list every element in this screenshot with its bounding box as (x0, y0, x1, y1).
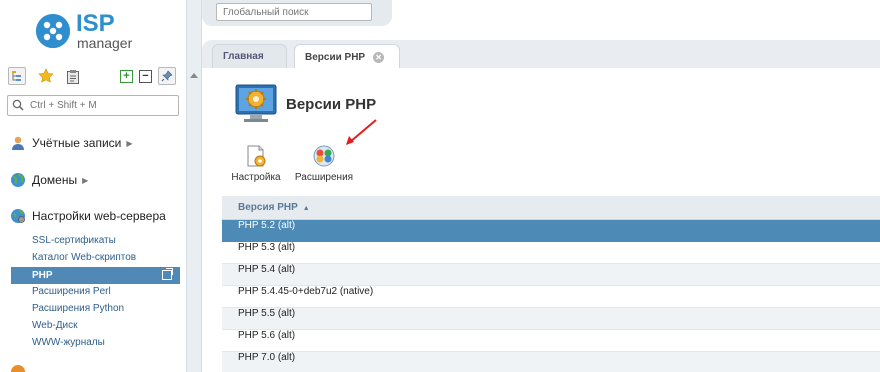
globe-icon (11, 173, 25, 187)
tab-main[interactable]: Главная (212, 44, 287, 68)
table-row[interactable]: PHP 5.2 (alt) (222, 220, 880, 242)
sidebar-item-perl-extensions[interactable]: Расширения Perl (32, 284, 111, 300)
sidebar-item-www-logs[interactable]: WWW-журналы (32, 335, 105, 351)
users-icon (12, 136, 24, 150)
table-row[interactable]: PHP 5.3 (alt) (222, 242, 880, 264)
collapse-all-icon[interactable]: − (139, 70, 152, 83)
logo-manager-text: manager (77, 35, 133, 51)
tree-view-icon[interactable] (8, 67, 26, 85)
web-settings-icon (11, 209, 25, 223)
action-label: Расширения (294, 172, 354, 183)
tab-strip: Главная Версии PHP ✕ (202, 40, 880, 69)
favorites-star-icon[interactable] (37, 67, 55, 85)
action-label: Настройка (231, 172, 281, 183)
panel-splitter[interactable] (186, 0, 202, 372)
global-search-input[interactable] (216, 3, 372, 21)
sort-ascending-icon: ▲ (302, 205, 310, 212)
chevron-right-icon: ▶ (126, 138, 133, 148)
sidebar-item-label: PHP (32, 270, 53, 281)
main-content: Версии PHP Настройка Расширения Версия P… (202, 68, 880, 372)
sidebar-section-web-server[interactable]: Настройки web-сервера (10, 206, 166, 226)
sidebar-section-label: Учётные записи (32, 136, 122, 150)
expand-all-icon[interactable]: + (120, 70, 133, 83)
table-row[interactable]: PHP 5.4.45-0+deb7u2 (native) (222, 286, 880, 308)
table-row[interactable]: PHP 5.4 (alt) (222, 264, 880, 286)
menu-search-field[interactable] (7, 95, 179, 116)
annotation-arrow-icon (346, 119, 377, 145)
table-row[interactable]: PHP 7.0 (alt) (222, 352, 880, 372)
extensions-icon (313, 145, 335, 167)
pin-icon[interactable] (158, 67, 176, 85)
next-section-icon (11, 365, 25, 372)
page-title: Версии PHP (286, 96, 377, 113)
tab-php-versions[interactable]: Версии PHP ✕ (294, 44, 400, 69)
clipboard-icon[interactable] (64, 67, 82, 85)
logo-isp-text: ISP (76, 10, 115, 37)
close-tab-icon[interactable]: ✕ (373, 51, 385, 63)
left-panel: ISP manager + − Учётные записи ▶ Домены … (0, 0, 186, 372)
chevron-right-icon: ▶ (82, 175, 89, 185)
open-external-icon[interactable] (162, 268, 173, 280)
php-versions-table: Версия PHP ▲ PHP 5.2 (alt) PHP 5.3 (alt) … (222, 196, 880, 372)
menu-search-input[interactable] (30, 98, 175, 113)
sidebar-item-php[interactable]: PHP (11, 267, 180, 284)
global-search-container (202, 0, 392, 26)
sidebar-item-python-extensions[interactable]: Расширения Python (32, 301, 124, 317)
table-row[interactable]: PHP 5.5 (alt) (222, 308, 880, 330)
tab-label: Версии PHP (305, 51, 366, 63)
column-header-php-version[interactable]: Версия PHP ▲ (222, 196, 880, 220)
sidebar-item-web-disk[interactable]: Web-Диск (32, 318, 77, 334)
logo-mark-icon (36, 14, 70, 48)
sidebar-item-ssl[interactable]: SSL-сертификаты (32, 233, 116, 249)
sidebar-section-domains[interactable]: Домены ▶ (10, 170, 88, 190)
search-icon (12, 99, 24, 111)
settings-button[interactable]: Настройка (228, 144, 284, 183)
logo[interactable]: ISP manager (36, 10, 156, 54)
tab-label: Главная (223, 51, 264, 62)
scroll-up-icon[interactable] (190, 73, 198, 78)
sidebar-section-label: Домены (32, 173, 78, 187)
left-toolbar: + − (8, 67, 180, 87)
column-header-label: Версия PHP (238, 202, 298, 213)
settings-icon (247, 145, 266, 167)
monitor-gear-icon (235, 84, 277, 122)
table-row[interactable]: PHP 5.6 (alt) (222, 330, 880, 352)
sidebar-section-label: Настройки web-сервера (32, 209, 166, 223)
sidebar-section-accounts[interactable]: Учётные записи ▶ (10, 133, 133, 153)
sidebar-item-web-scripts[interactable]: Каталог Web-скриптов (32, 250, 136, 266)
extensions-button[interactable]: Расширения (292, 144, 356, 183)
